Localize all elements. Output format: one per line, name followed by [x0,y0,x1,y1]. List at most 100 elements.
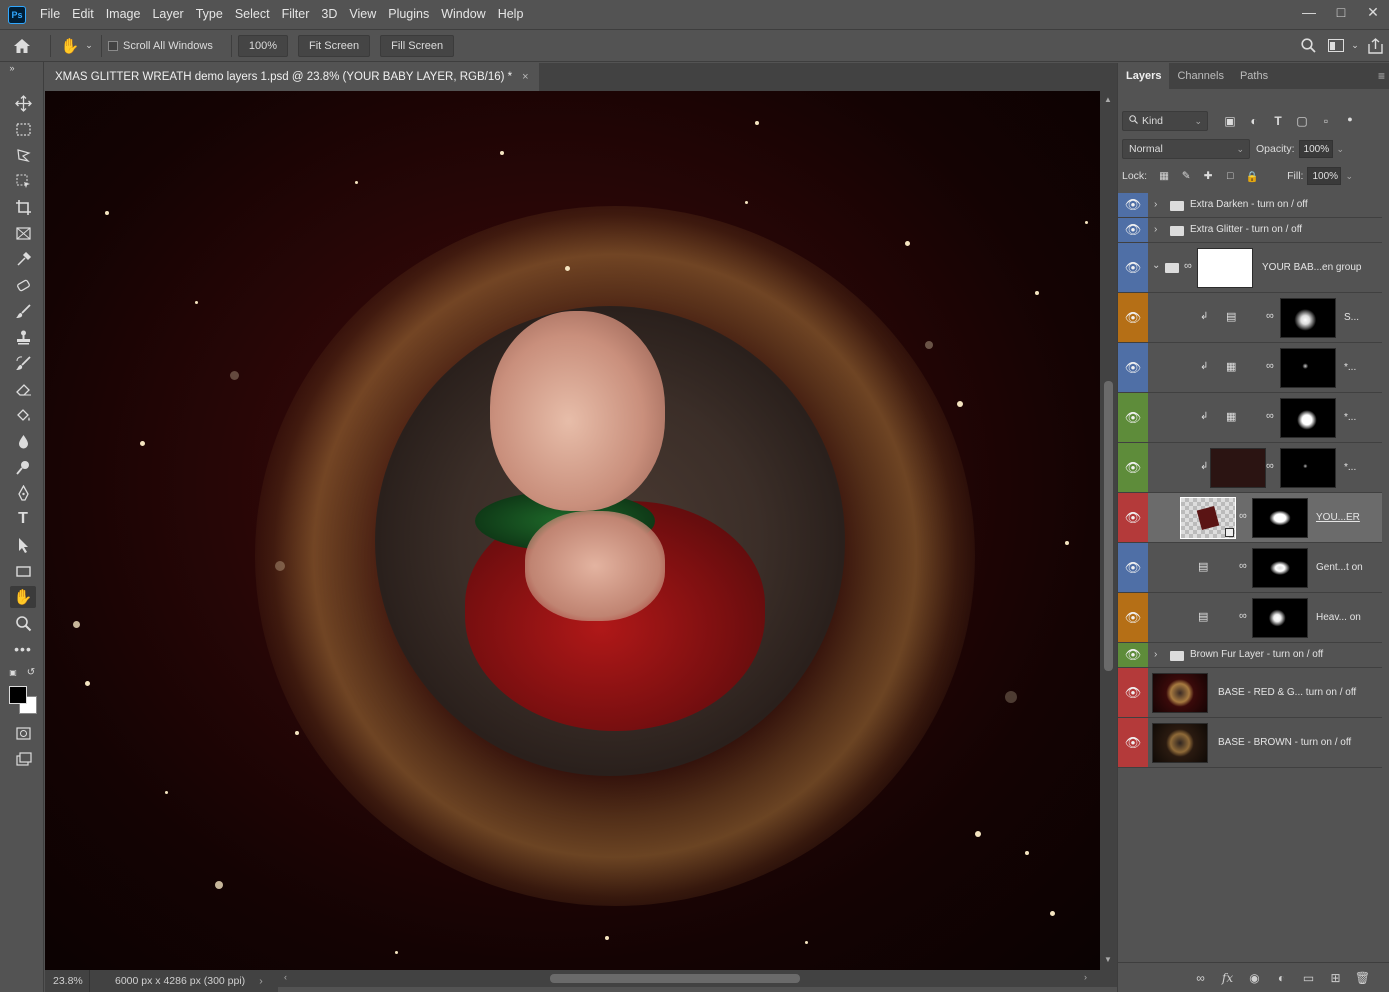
chevron-down-icon[interactable]: ⌄ [1337,144,1345,155]
visibility-eye-icon[interactable]: 👁 [1118,493,1148,542]
new-layer-icon[interactable]: ⊞ [1322,971,1349,985]
vertical-scroll-thumb[interactable] [1104,381,1113,671]
dodge-tool-icon[interactable] [10,456,36,478]
collapse-toolbar-icon[interactable]: » [4,62,20,74]
visibility-eye-icon[interactable]: 👁 [1118,718,1148,767]
pen-tool-icon[interactable] [10,482,36,504]
menu-layer[interactable]: Layer [146,0,189,29]
menu-3d[interactable]: 3D [315,0,343,29]
layer-base-brown[interactable]: 👁 BASE - BROWN - turn on / off [1118,718,1382,768]
new-group-icon[interactable]: ▭ [1295,971,1322,985]
blur-tool-icon[interactable] [10,430,36,452]
visibility-eye-icon[interactable]: 👁 [1118,293,1148,342]
home-icon[interactable] [0,38,44,54]
vertical-scrollbar[interactable]: ▲ ▼ [1100,91,1117,970]
path-selection-tool-icon[interactable] [10,534,36,556]
move-tool-icon[interactable] [10,92,36,114]
layer-brown-fur-group[interactable]: 👁 › Brown Fur Layer - turn on / off [1118,643,1382,668]
filter-shape-icon[interactable]: ▢ [1290,114,1314,128]
paint-bucket-tool-icon[interactable] [10,404,36,426]
marquee-tool-icon[interactable] [10,118,36,140]
layer-extra-darken[interactable]: 👁 › Extra Darken - turn on / off [1118,193,1382,218]
chevron-right-icon[interactable]: › [1154,199,1157,210]
menu-window[interactable]: Window [435,0,491,29]
menu-plugins[interactable]: Plugins [382,0,435,29]
layer-levels-s[interactable]: 👁 ↲ ▤ ∞ S... [1118,293,1382,343]
tab-channels[interactable]: Channels [1169,63,1231,89]
default-colors-icon[interactable]: ▣ [6,666,20,678]
layer-levels-heavy[interactable]: 👁 ▤ ∞ Heav... on [1118,593,1382,643]
fit-screen-button[interactable]: Fit Screen [298,34,371,57]
horizontal-scrollbar[interactable]: ‹ › [278,970,1117,987]
eraser-tool-icon[interactable] [10,378,36,400]
lock-artboard-icon[interactable]: □ [1219,170,1241,182]
scroll-up-icon[interactable]: ▲ [1104,95,1112,104]
type-tool-icon[interactable]: T [10,508,36,530]
add-mask-icon[interactable]: ◉ [1241,971,1268,985]
workspace-icon[interactable] [1323,39,1349,52]
lock-position-icon[interactable]: ✚ [1197,170,1219,182]
tab-layers[interactable]: Layers [1118,63,1170,89]
menu-type[interactable]: Type [190,0,229,29]
visibility-eye-icon[interactable]: 👁 [1118,193,1148,217]
blend-mode-select[interactable]: Normal ⌄ [1122,139,1250,159]
layer-your-baby-group[interactable]: 👁 ⌄ ∞ YOUR BAB...en group [1118,243,1382,293]
horizontal-scroll-thumb[interactable] [550,974,800,983]
chevron-down-icon[interactable]: ⌄ [1345,171,1353,182]
menu-view[interactable]: View [343,0,382,29]
menu-filter[interactable]: Filter [276,0,316,29]
spot-healing-tool-icon[interactable] [10,274,36,296]
lasso-tool-icon[interactable] [10,144,36,166]
lock-transparent-icon[interactable]: ▦ [1153,170,1175,182]
filter-smart-object-icon[interactable]: ▫ [1314,114,1338,128]
visibility-eye-icon[interactable]: 👁 [1118,343,1148,392]
scroll-all-windows-checkbox[interactable] [108,40,118,51]
maximize-icon[interactable]: □ [1325,0,1357,24]
scroll-right-icon[interactable]: › [1084,972,1087,982]
link-layers-icon[interactable]: ∞ [1187,971,1214,985]
layer-levels-gentle[interactable]: 👁 ▤ ∞ Gent...t on [1118,543,1382,593]
minimize-icon[interactable]: — [1293,0,1325,24]
swap-colors-icon[interactable]: ↺ [24,666,38,678]
menu-file[interactable]: File [34,0,66,29]
document-tab[interactable]: XMAS GLITTER WREATH demo layers 1.psd @ … [45,63,539,91]
visibility-eye-icon[interactable]: 👁 [1118,243,1148,292]
search-icon[interactable] [1293,38,1323,53]
fill-screen-button[interactable]: Fill Screen [380,34,455,57]
chevron-down-icon[interactable]: ⌄ [1152,260,1160,271]
screen-mode-icon[interactable] [10,748,36,770]
tab-paths[interactable]: Paths [1232,63,1276,89]
menu-edit[interactable]: Edit [66,0,100,29]
close-tab-icon[interactable]: × [522,71,528,83]
hand-tool-icon[interactable]: ✋ [10,586,36,608]
menu-select[interactable]: Select [229,0,276,29]
crop-tool-icon[interactable] [10,196,36,218]
scroll-down-icon[interactable]: ▼ [1104,955,1112,964]
chevron-right-icon[interactable]: › [1154,649,1157,660]
history-brush-tool-icon[interactable] [10,352,36,374]
brush-tool-icon[interactable] [10,300,36,322]
scroll-left-icon[interactable]: ‹ [284,972,287,982]
filter-toggle-icon[interactable]: ● [1338,114,1362,128]
clone-stamp-tool-icon[interactable] [10,326,36,348]
eyedropper-tool-icon[interactable] [10,248,36,270]
object-selection-tool-icon[interactable] [10,170,36,192]
filter-adjustment-icon[interactable]: ◐ [1242,114,1266,128]
layer-base-red-gold[interactable]: 👁 BASE - RED & G... turn on / off [1118,668,1382,718]
scroll-all-windows-option[interactable]: Scroll All Windows [108,40,213,52]
foreground-color-swatch[interactable] [9,686,27,704]
panel-menu-icon[interactable]: ≡ [1378,69,1385,83]
fill-input[interactable]: 100% [1307,167,1342,185]
delete-layer-icon[interactable]: 🗑 [1349,971,1376,985]
lock-all-icon[interactable]: 🔒 [1241,170,1263,183]
layer-curves-2[interactable]: 👁 ↲ ▦ ∞ *... [1118,393,1382,443]
visibility-eye-icon[interactable]: 👁 [1118,593,1148,642]
status-menu-icon[interactable]: › [259,975,263,987]
layer-extra-glitter[interactable]: 👁 › Extra Glitter - turn on / off [1118,218,1382,243]
menu-image[interactable]: Image [100,0,147,29]
chevron-right-icon[interactable]: › [1154,224,1157,235]
visibility-eye-icon[interactable]: 👁 [1118,543,1148,592]
opacity-input[interactable]: 100% [1298,140,1333,158]
zoom-tool-icon[interactable] [10,612,36,634]
visibility-eye-icon[interactable]: 👁 [1118,643,1148,667]
